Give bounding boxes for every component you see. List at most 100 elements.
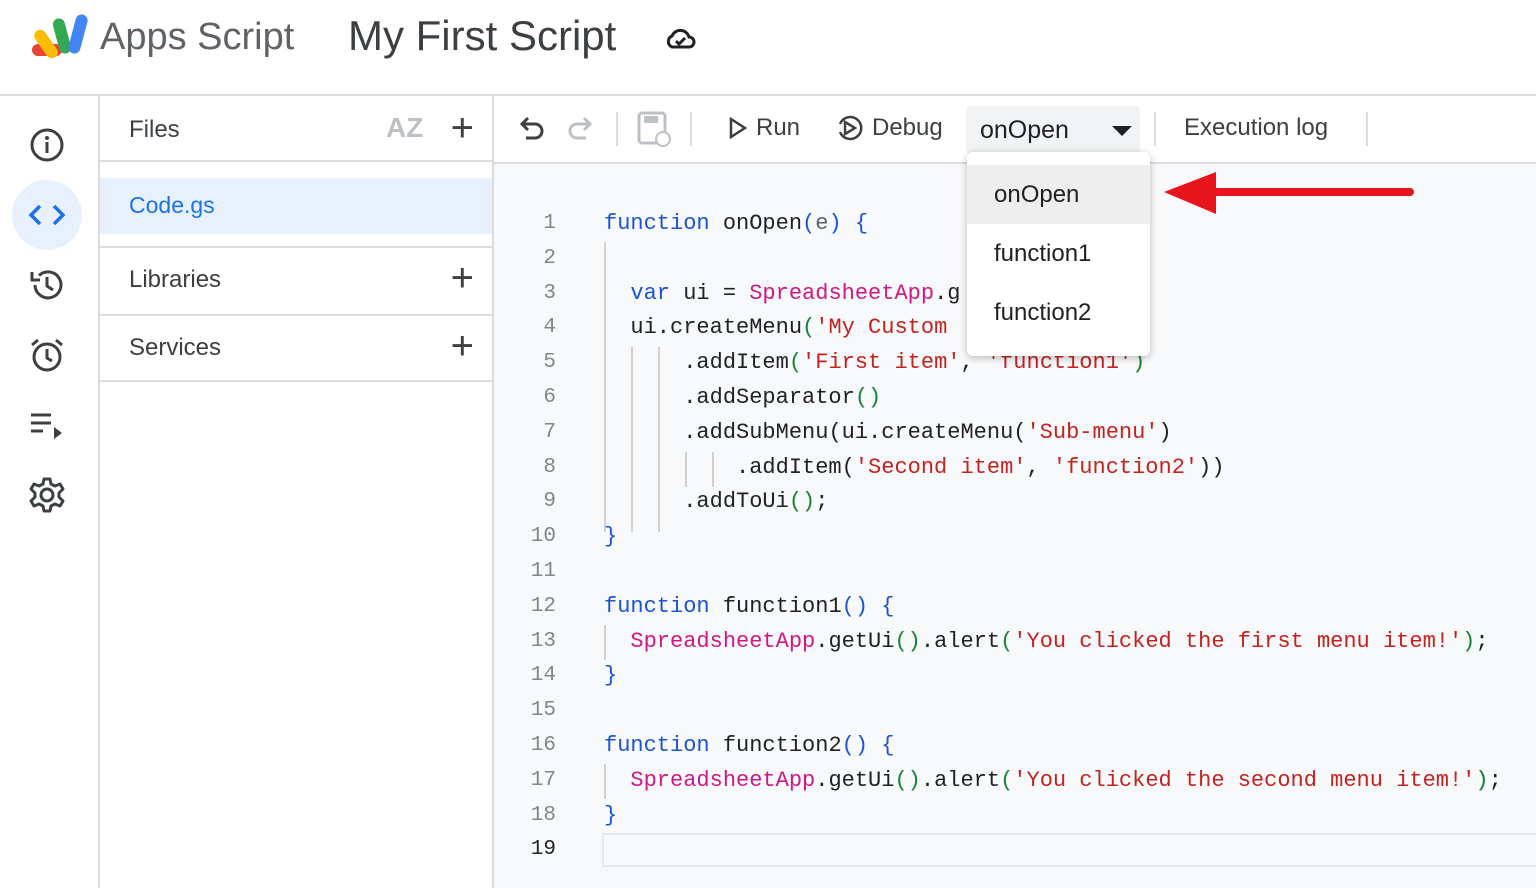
line-number: 16 (530, 734, 556, 757)
code-line: function function1() { (604, 589, 894, 624)
services-label: Services (129, 334, 222, 361)
line-number: 2 (543, 246, 556, 270)
line-number: 15 (530, 699, 556, 723)
code-token: .addToUi (604, 489, 789, 515)
code-icon (28, 204, 66, 226)
history-button[interactable] (12, 250, 82, 320)
overview-button[interactable] (12, 110, 82, 180)
code-line: .addSubMenu(ui.createMenu('Sub-menu') (604, 415, 1172, 450)
play-icon (729, 117, 748, 139)
code-token: function (604, 211, 710, 236)
code-token: () (854, 385, 882, 410)
line-number: 8 (543, 455, 556, 479)
code-token: function2 (709, 733, 842, 758)
save-drive-icon[interactable] (636, 110, 672, 148)
cloud-check-icon (666, 28, 696, 49)
alarm-icon (31, 338, 63, 372)
add-library-button[interactable]: + (451, 258, 474, 298)
execution-log-button[interactable]: Execution log (1184, 114, 1328, 142)
code-line: function onOpen(e) { (604, 206, 868, 241)
code-token: ( (841, 454, 855, 480)
code-line: ui.createMenu('My Custom (604, 310, 947, 345)
settings-button[interactable] (12, 460, 82, 530)
code-token: .g (934, 280, 961, 306)
line-number: 19 (530, 838, 556, 862)
code-token: SpreadsheetApp (630, 628, 816, 654)
run-button[interactable]: Run (728, 114, 800, 142)
code-token: } (604, 802, 618, 828)
code-token: ui.createMenu (604, 315, 803, 341)
code-token: ( (788, 350, 803, 376)
project-title[interactable]: My First Script (348, 12, 616, 60)
code-token: onOpen (709, 211, 803, 236)
code-line: } (604, 658, 617, 693)
line-number: 14 (530, 664, 556, 688)
code-token: 'Sub-menu' (1026, 419, 1159, 445)
code-token: () (841, 593, 869, 619)
code-line: .addItem('Second item', 'function2')) (604, 450, 1225, 485)
function-dropdown-menu: onOpen function1 function2 (967, 152, 1150, 356)
code-token: ) (828, 211, 842, 236)
function-select[interactable]: onOpen (966, 106, 1140, 154)
code-token: } (604, 663, 618, 689)
info-icon (30, 128, 64, 162)
debug-button[interactable]: Debug (836, 114, 943, 142)
services-section: Services + (100, 314, 492, 382)
triggers-button[interactable] (12, 320, 82, 390)
code-token: 'You clicked the first menu item!' (1013, 628, 1463, 654)
apps-script-logo (32, 14, 88, 59)
add-file-button[interactable]: + (451, 108, 474, 148)
add-service-button[interactable]: + (451, 326, 474, 366)
run-label: Run (756, 114, 801, 141)
code-token: e (815, 211, 829, 236)
line-number: 1 (543, 212, 556, 235)
line-number: 12 (530, 594, 556, 618)
code-token: 'Second item' (854, 454, 1027, 480)
menu-option-function1[interactable]: function1 (967, 224, 1150, 283)
code-token: { (881, 593, 895, 619)
code-token: ( (1000, 628, 1014, 654)
code-token: () (841, 733, 869, 758)
undo-icon[interactable] (518, 116, 546, 142)
menu-option-onopen[interactable]: onOpen (967, 165, 1150, 224)
line-number: 18 (530, 803, 556, 827)
history-icon (30, 270, 63, 300)
code-token: .alert (920, 628, 1001, 654)
code-token: , (1026, 454, 1053, 480)
menu-option-function2[interactable]: function2 (967, 283, 1150, 342)
line-number: 4 (543, 316, 556, 340)
redo-icon[interactable] (566, 116, 594, 142)
files-label: Files (129, 116, 180, 143)
line-number: 11 (530, 560, 556, 583)
executions-button[interactable] (12, 390, 82, 460)
code-token: SpreadsheetApp (630, 767, 816, 793)
code-token: ; (815, 489, 829, 515)
code-token: () (788, 489, 816, 515)
settings-icon (29, 477, 65, 513)
code-token: function1 (709, 593, 842, 619)
code-token: { (881, 733, 895, 758)
app-name: Apps Script (100, 16, 295, 58)
line-number: 5 (543, 351, 556, 375)
top-bar: Apps Script My First Script (0, 0, 1536, 96)
code-token: ; (1488, 767, 1502, 793)
code-line: SpreadsheetApp.getUi().alert('You clicke… (604, 624, 1488, 659)
code-token: ui = (670, 280, 750, 306)
code-token: ) (1462, 628, 1476, 654)
editor-button[interactable] (12, 180, 82, 250)
code-token: (ui.createMenu (828, 419, 1014, 445)
code-token: 'My Custom (815, 315, 948, 341)
files-header: Files AZ + (100, 96, 492, 162)
code-token: SpreadsheetApp (749, 280, 935, 306)
file-item-code-gs[interactable]: Code.gs (100, 178, 492, 234)
line-number: 6 (543, 386, 556, 409)
code-line: } (604, 519, 617, 554)
code-token: function (604, 733, 710, 758)
sort-az-button[interactable]: AZ (386, 112, 423, 144)
code-line: var ui = SpreadsheetApp.g (604, 276, 960, 311)
code-token: 'function2' (1052, 454, 1199, 480)
